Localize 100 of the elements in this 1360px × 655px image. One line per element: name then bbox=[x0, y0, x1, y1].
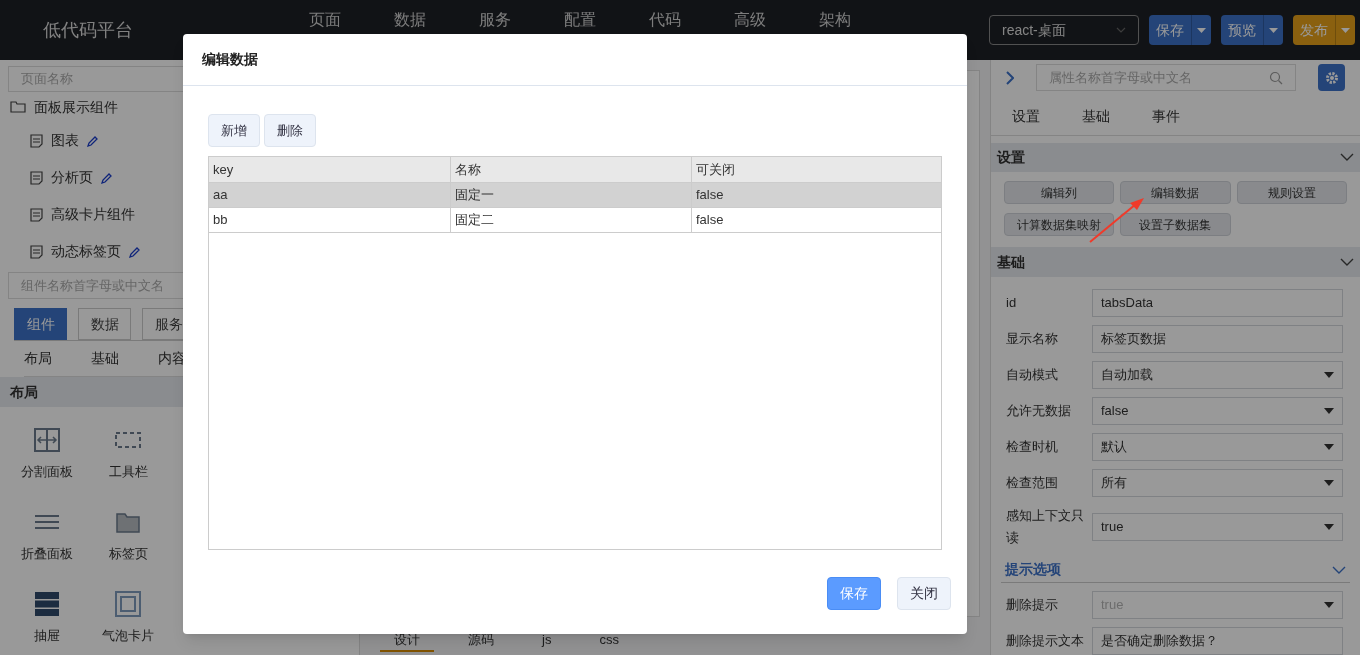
tab[interactable]: 数据 bbox=[78, 308, 131, 340]
field-label: 删除提示 bbox=[1006, 596, 1059, 615]
select-field[interactable]: 自动加载 bbox=[1092, 361, 1343, 390]
chevron-down-icon[interactable] bbox=[1340, 153, 1354, 162]
page-icon bbox=[30, 207, 43, 222]
component-item[interactable]: 折叠面板 bbox=[7, 501, 87, 571]
field-label: id bbox=[1006, 294, 1018, 313]
nav-link[interactable]: 高级 bbox=[734, 11, 774, 29]
drawer-icon bbox=[35, 592, 59, 617]
table-row[interactable]: aa 固定一 false bbox=[209, 183, 941, 208]
split-button[interactable]: 预览 bbox=[1221, 15, 1283, 45]
chevron-down-icon bbox=[1116, 27, 1126, 33]
select-field[interactable]: 默认 bbox=[1092, 433, 1343, 462]
section-header[interactable]: 基础 bbox=[991, 247, 1360, 278]
column-header: 可关闭 bbox=[692, 157, 942, 182]
page-icon bbox=[30, 170, 43, 185]
input-field[interactable]: 是否确定删除数据？ bbox=[1092, 627, 1343, 655]
nav-link[interactable]: 页面 bbox=[309, 11, 349, 29]
folder-outline-icon bbox=[10, 101, 26, 113]
split-panel-icon bbox=[34, 428, 60, 453]
dialog-button[interactable]: 关闭 bbox=[897, 577, 951, 610]
column-header: 名称 bbox=[451, 157, 692, 182]
table-row[interactable]: bb 固定二 false bbox=[209, 208, 941, 233]
component-item[interactable]: 抽屉 bbox=[7, 583, 87, 653]
category-tab[interactable]: 基础 bbox=[91, 348, 131, 369]
page-icon bbox=[30, 133, 43, 148]
table-cell: false bbox=[692, 208, 942, 232]
caret-down-icon bbox=[1324, 444, 1334, 451]
property-tab[interactable]: 基础 bbox=[1082, 105, 1110, 127]
tab[interactable]: 组件 bbox=[14, 308, 67, 340]
tree-item[interactable]: 高级卡片组件 bbox=[51, 204, 135, 225]
toolbar-button[interactable]: 新增 bbox=[208, 114, 260, 147]
chevron-down-icon[interactable] bbox=[1340, 258, 1354, 267]
caret-down-icon bbox=[1324, 602, 1334, 608]
column-header: key bbox=[209, 157, 451, 182]
pencil-icon[interactable] bbox=[87, 134, 99, 147]
section-header[interactable]: 提示选项 bbox=[1001, 557, 1350, 583]
dialog-title: 编辑数据 bbox=[202, 50, 258, 69]
pencil-icon[interactable] bbox=[129, 245, 141, 258]
field-label: 允许无数据 bbox=[1006, 402, 1072, 421]
field-label: 检查时机 bbox=[1006, 438, 1059, 457]
tree-item[interactable]: 动态标签页 bbox=[51, 241, 121, 262]
nav-link[interactable]: 架构 bbox=[819, 11, 859, 29]
settings-action-button[interactable]: 编辑数据 bbox=[1120, 181, 1231, 205]
toolbar-button[interactable]: 删除 bbox=[264, 114, 316, 147]
section-header[interactable]: 设置 bbox=[991, 142, 1360, 173]
editor-tab[interactable]: 源码 bbox=[454, 630, 508, 652]
tree-item[interactable]: 图表 bbox=[51, 130, 79, 151]
dialog-button[interactable]: 保存 bbox=[827, 577, 881, 610]
logo: 低代码平台 bbox=[43, 18, 134, 42]
tree-item[interactable]: 面板展示组件 bbox=[34, 96, 118, 118]
select-field[interactable]: false bbox=[1092, 397, 1343, 426]
settings-button[interactable] bbox=[1318, 64, 1345, 92]
property-tab[interactable]: 设置 bbox=[1012, 105, 1040, 127]
select-field[interactable]: true bbox=[1092, 513, 1343, 542]
settings-icon bbox=[1324, 70, 1339, 85]
split-button[interactable]: 保存 bbox=[1149, 15, 1211, 45]
component-item[interactable]: 标签页 bbox=[88, 501, 168, 571]
field-label: 显示名称 bbox=[1006, 330, 1059, 349]
field-label: 感知上下文只读 bbox=[1006, 507, 1085, 548]
input-field[interactable]: tabsData bbox=[1092, 289, 1343, 318]
field-label: 检查范围 bbox=[1006, 474, 1059, 493]
caret-down-icon[interactable] bbox=[1269, 27, 1278, 33]
chevron-down-icon[interactable] bbox=[1332, 565, 1346, 574]
field-label: 删除提示文本 bbox=[1006, 632, 1085, 651]
component-item[interactable]: 分割面板 bbox=[7, 419, 87, 489]
platform-select[interactable]: react-桌面 bbox=[989, 15, 1139, 45]
component-item[interactable]: 工具栏 bbox=[88, 419, 168, 489]
chevron-right-icon[interactable] bbox=[1006, 70, 1014, 85]
caret-down-icon[interactable] bbox=[1197, 27, 1206, 33]
pencil-icon[interactable] bbox=[101, 171, 113, 184]
settings-action-button[interactable]: 计算数据集映射 bbox=[1004, 213, 1115, 237]
search-icon bbox=[1269, 70, 1283, 85]
table-cell: 固定一 bbox=[451, 183, 692, 207]
table-cell: 固定二 bbox=[451, 208, 692, 232]
component-item[interactable]: 气泡卡片 bbox=[88, 583, 168, 653]
caret-down-icon[interactable] bbox=[1341, 27, 1350, 33]
caret-down-icon bbox=[1324, 480, 1334, 487]
input-field[interactable]: 标签页数据 bbox=[1092, 325, 1343, 354]
nav-link[interactable]: 配置 bbox=[564, 11, 604, 29]
tree-item[interactable]: 分析页 bbox=[51, 167, 93, 188]
settings-action-button[interactable]: 规则设置 bbox=[1236, 181, 1347, 205]
folder-icon bbox=[116, 511, 140, 534]
caret-down-icon bbox=[1324, 408, 1334, 415]
menu-icon bbox=[35, 515, 59, 530]
nav-link[interactable]: 数据 bbox=[394, 11, 434, 29]
editor-tab[interactable]: js bbox=[528, 630, 566, 652]
page-icon bbox=[30, 244, 43, 259]
field-label: 自动模式 bbox=[1006, 366, 1059, 385]
select-field[interactable]: 所有 bbox=[1092, 469, 1343, 498]
settings-action-button[interactable]: 设置子数据集 bbox=[1120, 213, 1231, 237]
editor-tab[interactable]: css bbox=[585, 630, 633, 652]
caret-down-icon bbox=[1324, 524, 1334, 531]
category-tab[interactable]: 布局 bbox=[24, 348, 64, 369]
caret-down-icon bbox=[1324, 372, 1334, 379]
table-cell: bb bbox=[209, 208, 451, 232]
nav-link[interactable]: 代码 bbox=[649, 11, 689, 29]
nav-link[interactable]: 服务 bbox=[479, 11, 519, 29]
property-tab[interactable]: 事件 bbox=[1152, 105, 1180, 127]
settings-action-button[interactable]: 编辑列 bbox=[1004, 181, 1115, 205]
